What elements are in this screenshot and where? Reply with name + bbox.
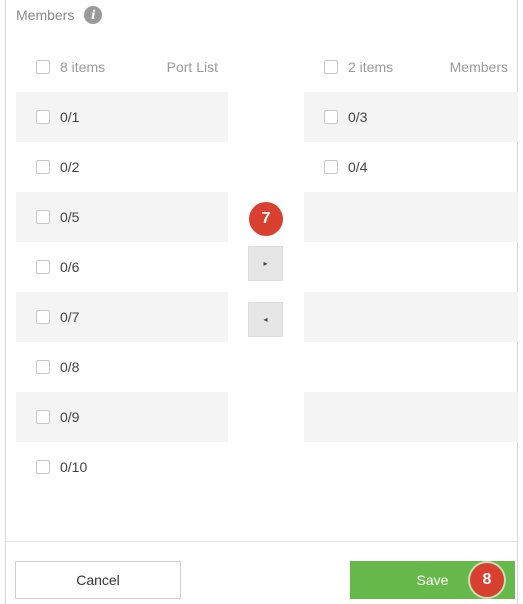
move-left-button[interactable]: ◂ xyxy=(248,302,283,337)
step-badge-7: 7 xyxy=(249,202,283,236)
item-label: 0/4 xyxy=(348,159,368,175)
step-badge-8: 8 xyxy=(470,563,504,597)
cancel-button[interactable]: Cancel xyxy=(15,561,181,599)
item-label: 0/3 xyxy=(348,109,368,125)
empty-row xyxy=(304,242,518,292)
item-checkbox[interactable] xyxy=(36,210,50,224)
item-checkbox[interactable] xyxy=(324,160,338,174)
list-item[interactable]: 0/6 xyxy=(16,242,228,292)
list-item[interactable]: 0/9 xyxy=(16,392,228,442)
members-list: 2 items Members 0/3 0/4 xyxy=(304,42,518,442)
item-label: 0/7 xyxy=(60,309,80,325)
empty-row xyxy=(304,192,518,242)
item-label: 0/9 xyxy=(60,409,80,425)
item-checkbox[interactable] xyxy=(36,460,50,474)
list-item[interactable]: 0/1 xyxy=(16,92,228,142)
item-label: 0/8 xyxy=(60,359,80,375)
empty-row xyxy=(304,392,518,442)
members-list-title: Members xyxy=(449,59,508,75)
item-checkbox[interactable] xyxy=(36,260,50,274)
item-label: 0/2 xyxy=(60,159,80,175)
item-checkbox[interactable] xyxy=(324,110,338,124)
members-list-header: 2 items Members xyxy=(304,42,518,92)
port-list-title: Port List xyxy=(166,59,218,75)
item-label: 0/5 xyxy=(60,209,80,225)
item-label: 0/10 xyxy=(60,459,88,475)
move-right-button[interactable]: ▸ xyxy=(248,246,283,281)
list-item[interactable]: 0/3 xyxy=(304,92,518,142)
list-item[interactable]: 0/10 xyxy=(16,442,228,492)
members-label: Members xyxy=(16,7,75,23)
arrow-right-icon: ▸ xyxy=(263,259,268,268)
save-button-label: Save xyxy=(416,572,449,588)
item-label: 0/1 xyxy=(60,109,80,125)
item-label: 0/6 xyxy=(60,259,80,275)
port-list-header: 8 items Port List xyxy=(16,42,228,92)
port-list: 8 items Port List 0/1 0/2 0/5 0/6 0/7 0/… xyxy=(16,42,228,492)
item-checkbox[interactable] xyxy=(36,110,50,124)
list-item[interactable]: 0/7 xyxy=(16,292,228,342)
footer-divider xyxy=(6,541,517,542)
item-checkbox[interactable] xyxy=(36,160,50,174)
port-list-select-all-checkbox[interactable] xyxy=(36,60,50,74)
members-list-count: 2 items xyxy=(348,59,394,75)
list-item[interactable]: 0/4 xyxy=(304,142,518,192)
list-item[interactable]: 0/2 xyxy=(16,142,228,192)
arrow-left-icon: ◂ xyxy=(263,315,268,324)
item-checkbox[interactable] xyxy=(36,360,50,374)
members-list-select-all-checkbox[interactable] xyxy=(324,60,338,74)
list-item[interactable]: 0/8 xyxy=(16,342,228,392)
members-header: Members i xyxy=(16,6,103,24)
empty-row xyxy=(304,292,518,342)
info-icon[interactable]: i xyxy=(84,6,103,24)
item-checkbox[interactable] xyxy=(36,310,50,324)
port-list-count: 8 items xyxy=(60,59,106,75)
item-checkbox[interactable] xyxy=(36,410,50,424)
empty-row xyxy=(304,342,518,392)
list-item[interactable]: 0/5 xyxy=(16,192,228,242)
